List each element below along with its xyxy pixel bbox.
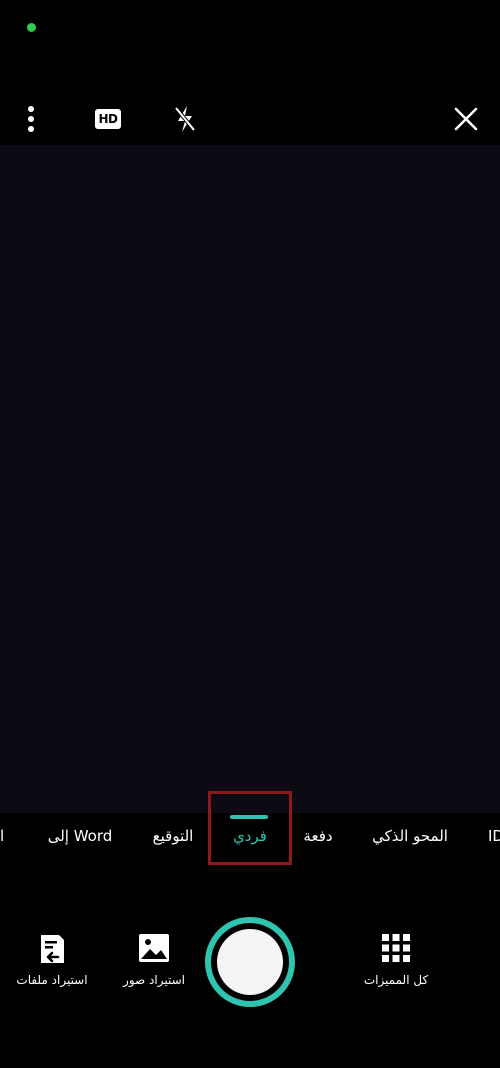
mode-tab-signature[interactable]: التوقيع bbox=[153, 827, 194, 845]
hd-label: HD bbox=[95, 109, 121, 129]
import-files-button[interactable]: استيراد ملفات bbox=[12, 933, 92, 987]
capture-mode-selector: ا إلى Word التوقيع فردي دفعة المحو الذكي… bbox=[0, 815, 500, 865]
import-file-icon bbox=[12, 933, 92, 965]
import-photos-button[interactable]: استيراد صور bbox=[114, 933, 194, 987]
mode-tab-to-word[interactable]: إلى Word bbox=[48, 827, 113, 845]
shutter-button[interactable] bbox=[205, 917, 295, 1007]
mode-tab-id[interactable]: ID bbox=[488, 827, 500, 845]
more-options-icon[interactable] bbox=[18, 101, 44, 137]
import-photos-label: استيراد صور bbox=[123, 973, 185, 987]
mode-tab-batch[interactable]: دفعة bbox=[303, 827, 332, 845]
camera-bottom-bar: استيراد ملفات استيراد صور كل المميزات bbox=[0, 905, 500, 1025]
all-features-button[interactable]: كل المميزات bbox=[356, 933, 436, 987]
mode-tab-single[interactable]: فردي bbox=[233, 827, 267, 845]
grid-icon bbox=[356, 933, 436, 965]
mode-tab-partial-left[interactable]: ا bbox=[0, 827, 4, 845]
camera-top-bar: HD bbox=[0, 95, 500, 145]
hd-toggle-icon[interactable]: HD bbox=[94, 107, 122, 131]
close-icon[interactable] bbox=[450, 103, 482, 135]
camera-viewfinder[interactable] bbox=[0, 145, 500, 813]
mode-tab-smart-erase[interactable]: المحو الذكي bbox=[372, 827, 448, 845]
shutter-inner bbox=[217, 929, 283, 995]
status-indicator bbox=[27, 23, 36, 32]
image-icon bbox=[114, 933, 194, 965]
flash-off-icon[interactable] bbox=[170, 101, 200, 137]
import-files-label: استيراد ملفات bbox=[16, 973, 88, 987]
all-features-label: كل المميزات bbox=[363, 973, 429, 987]
